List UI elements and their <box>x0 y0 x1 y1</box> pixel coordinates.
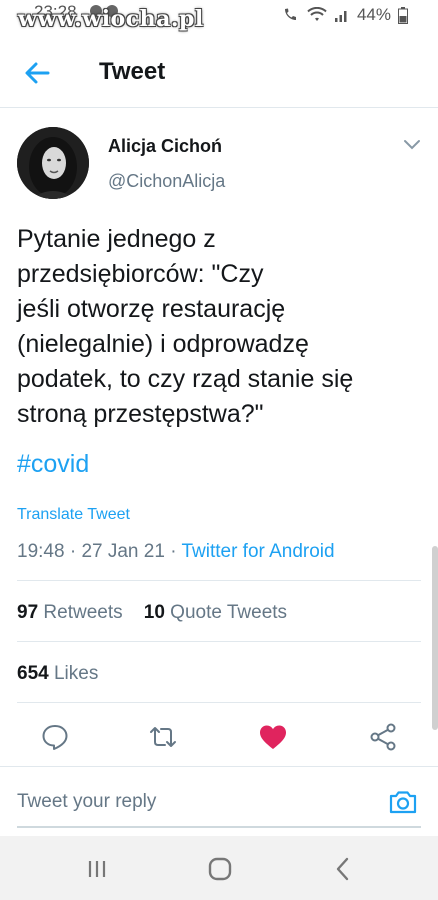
tweet-text-line: Pytanie jednego z <box>17 225 216 253</box>
divider <box>17 641 421 642</box>
tweet-meta: 19:48 · 27 Jan 21 · Twitter for Android <box>17 541 335 563</box>
avatar[interactable] <box>17 127 89 199</box>
quote-label: Quote Tweets <box>170 602 288 623</box>
heart-icon[interactable] <box>258 722 288 752</box>
status-bar: 23:28 www.wiocha.pl 44% <box>0 0 438 32</box>
divider <box>17 580 421 581</box>
translate-tweet-link[interactable]: Translate Tweet <box>17 506 130 524</box>
status-indicators: 44% <box>282 5 408 25</box>
likes-count: 654 <box>17 663 49 684</box>
tweet-date: 27 Jan 21 <box>81 541 165 562</box>
system-nav-bar <box>0 836 438 900</box>
camera-icon[interactable] <box>388 787 418 817</box>
back-arrow-icon[interactable] <box>22 58 52 88</box>
retweets-count: 97 <box>17 602 39 623</box>
hashtag-link[interactable]: #covid <box>17 450 89 479</box>
back-nav-icon[interactable] <box>328 854 358 884</box>
tweet-text-line: (nielegalnie) i odprowadzę <box>17 330 309 358</box>
retweets-stat[interactable]: 97 Retweets <box>17 602 123 623</box>
reply-composer: Tweet your reply <box>0 766 438 832</box>
tweet-source-link[interactable]: Twitter for Android <box>181 541 334 562</box>
signal-icon <box>334 11 347 22</box>
author-name[interactable]: Alicja Cichoń <box>108 136 222 157</box>
recent-apps-icon[interactable] <box>82 854 112 884</box>
avatar-photo <box>17 127 89 199</box>
divider <box>17 702 421 703</box>
scrollbar-thumb[interactable] <box>432 546 438 730</box>
battery-icon <box>398 6 408 24</box>
tweet-text-line: podatek, to czy rząd stanie się <box>17 365 354 393</box>
wifi-call-icon <box>284 8 296 20</box>
engagement-stats: 97 Retweets 10 Quote Tweets <box>17 602 287 624</box>
tweet-text-line: przedsiębiorców: "Czy <box>17 260 264 288</box>
likes-label: Likes <box>53 663 99 684</box>
tweet-text-line: jeśli otworzę restaurację <box>17 295 286 323</box>
quote-count: 10 <box>143 602 165 623</box>
page-title: Tweet <box>99 58 166 85</box>
reply-icon[interactable] <box>40 722 70 752</box>
retweets-label: Retweets <box>43 602 123 623</box>
reply-input-underline <box>17 826 421 828</box>
app-bar: Tweet <box>0 36 438 108</box>
share-icon[interactable] <box>368 722 398 752</box>
meta-separator: · <box>170 541 177 562</box>
tweet-actions <box>0 718 438 758</box>
likes-stat[interactable]: 654 Likes <box>17 663 98 685</box>
battery-percent: 44% <box>356 5 391 24</box>
tweet-time: 19:48 <box>17 541 65 562</box>
home-icon[interactable] <box>205 854 235 884</box>
quote-tweets-stat[interactable]: 10 Quote Tweets <box>144 602 287 623</box>
watermark: www.wiocha.pl <box>18 6 204 32</box>
retweet-icon[interactable] <box>148 722 178 752</box>
reply-input[interactable]: Tweet your reply <box>17 791 156 813</box>
tweet-text: Pytanie jednego z przedsiębiorców: "Czy … <box>17 222 427 432</box>
author-handle[interactable]: @CichonAlicja <box>108 171 225 192</box>
meta-separator: · <box>69 541 77 562</box>
tweet-text-line: stroną przestępstwa?" <box>17 400 264 428</box>
chevron-down-icon[interactable] <box>402 138 422 152</box>
wifi-icon <box>307 7 327 21</box>
